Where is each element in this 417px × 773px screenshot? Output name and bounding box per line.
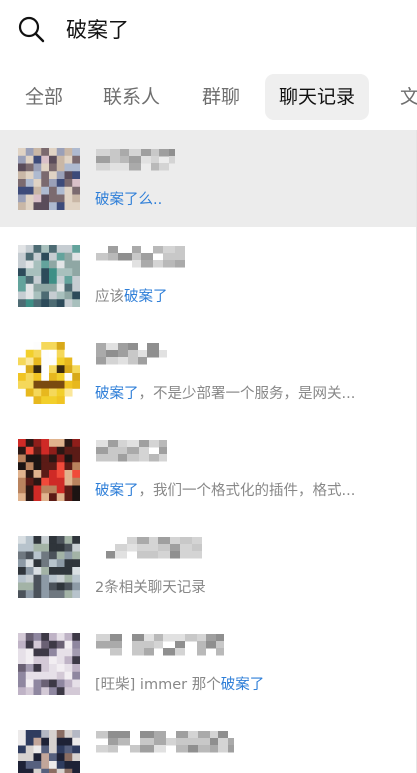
avatar [18, 342, 80, 404]
tab-files[interactable]: 文 [386, 74, 417, 120]
message-snippet: 破案了，我们一个格式化的插件，格式... [95, 479, 395, 500]
matched-keyword: 破案了 [95, 483, 139, 499]
chat-history-result[interactable]: 破案了，不是少部署一个服务，是网关... [0, 324, 416, 421]
tab-all[interactable]: 全部 [11, 74, 77, 120]
snippet-text: ，不是少部署一个服务，是网关... [138, 386, 356, 402]
search-bar [0, 0, 417, 60]
avatar [18, 536, 80, 598]
matched-keyword: 破案了 [95, 386, 139, 402]
results-list: 破案了么.. 应该破案了 破案了，不是少部署一个服务，是网关... 破案了，我们一个格… [0, 130, 417, 773]
contact-name-blurred [96, 535, 202, 565]
snippet-text: 应该 [95, 289, 124, 305]
chat-history-result[interactable]: 2条相关聊天记录 [0, 518, 416, 615]
avatar [18, 148, 80, 210]
tab-group-chats[interactable]: 群聊 [188, 74, 254, 120]
message-snippet: [旺柴] immer 那个破案了 [95, 673, 395, 694]
chat-history-result[interactable]: 破案了么.. [0, 130, 416, 227]
message-snippet: 破案了，不是少部署一个服务，是网关... [95, 382, 395, 403]
search-icon[interactable] [17, 15, 45, 43]
tab-contacts[interactable]: 联系人 [89, 74, 174, 120]
snippet-text: [旺柴] immer 那个 [95, 677, 221, 693]
matched-keyword: 破案了么.. [95, 192, 163, 208]
message-snippet: 2条相关聊天记录 [95, 576, 395, 597]
contact-name-blurred [96, 147, 175, 177]
snippet-text: 2条相关聊天记录 [95, 580, 206, 596]
message-snippet: 应该破案了 [95, 285, 395, 306]
search-category-tabs: 全部 联系人 群聊 聊天记录 文 [0, 68, 417, 126]
avatar [18, 730, 80, 773]
matched-keyword: 破案了 [220, 677, 265, 693]
avatar [18, 633, 80, 695]
message-snippet: 破案了么.. [95, 188, 395, 209]
contact-name-blurred [96, 729, 234, 759]
contact-name-blurred [96, 341, 167, 371]
chat-history-result[interactable]: 破案了，我们一个格式化的插件，格式... [0, 421, 416, 518]
tab-chat-history[interactable]: 聊天记录 [265, 74, 370, 120]
contact-name-blurred [96, 244, 185, 274]
avatar [18, 245, 80, 307]
avatar [18, 439, 80, 501]
matched-keyword: 破案了 [124, 289, 168, 305]
snippet-text: ，我们一个格式化的插件，格式... [138, 483, 356, 499]
contact-name-blurred [96, 438, 167, 468]
chat-history-result[interactable]: [旺柴] immer 那个破案了 [0, 615, 416, 712]
contact-name-blurred [96, 632, 224, 662]
search-input[interactable] [66, 12, 386, 46]
chat-history-result[interactable]: 应该破案了 [0, 227, 416, 324]
chat-history-result[interactable]: 2条相关聊天记录 [0, 712, 416, 773]
